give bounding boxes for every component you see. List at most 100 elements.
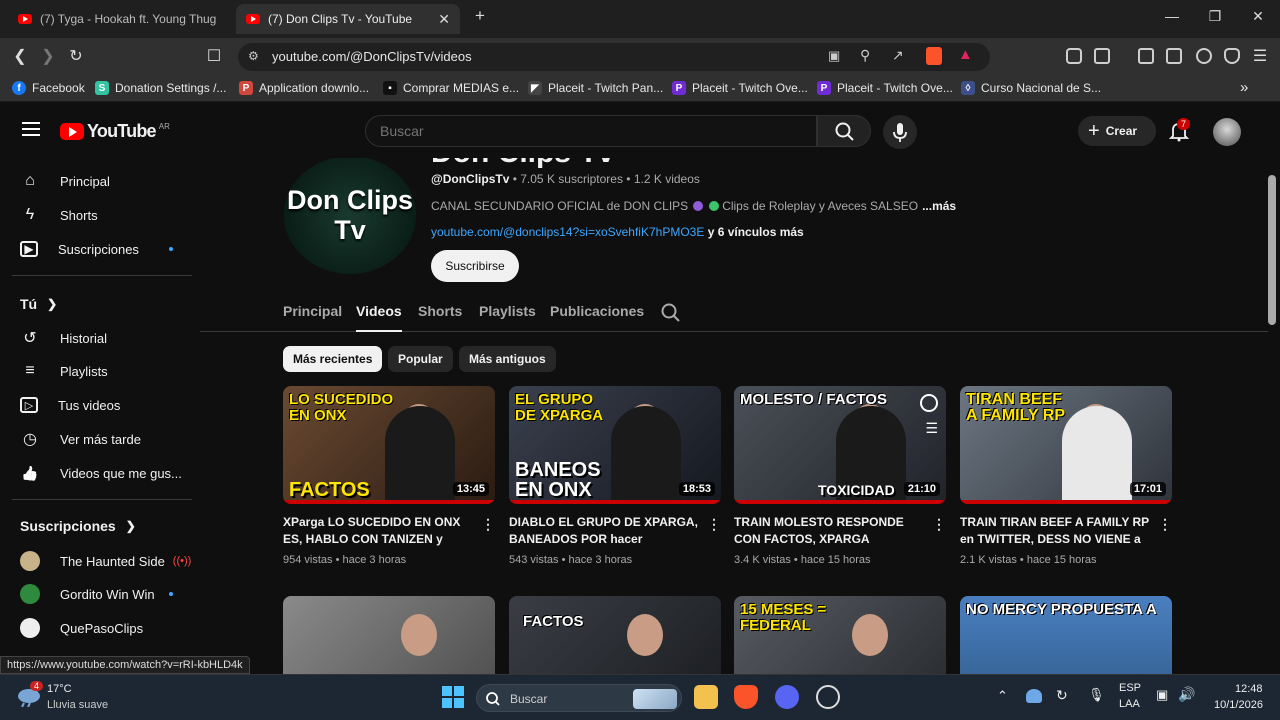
brave-shield-icon[interactable]	[926, 47, 942, 65]
video-card[interactable]: NO MERCY PROPUESTA A	[960, 596, 1174, 678]
bookmark-comprar-medias[interactable]: ▪ Comprar MEDIAS e...	[383, 81, 519, 95]
microphone-tray-icon[interactable]: 🎙	[1088, 687, 1105, 703]
brave-browser-icon[interactable]	[734, 685, 758, 709]
share-icon[interactable]: ↗	[892, 47, 904, 64]
video-thumbnail[interactable]: LO SUCEDIDO EN ONX FACTOS 13:45	[283, 386, 495, 504]
bookmark-icon[interactable]: ☐	[204, 46, 224, 66]
video-card[interactable]	[283, 596, 497, 678]
youtube-logo[interactable]: YouTube AR	[60, 121, 170, 142]
video-thumbnail[interactable]: TIRAN BEEF A FAMILY RP 17:01	[960, 386, 1172, 504]
taskbar-search-box[interactable]: Buscar	[476, 684, 682, 712]
subscribe-button[interactable]: Suscribirse	[431, 250, 519, 282]
more-actions-icon[interactable]: ⋮	[1158, 516, 1172, 533]
sidebar-item-principal[interactable]: ⌂ Principal	[20, 169, 110, 193]
guide-menu-icon[interactable]	[22, 122, 40, 136]
video-thumbnail[interactable]: MOLESTO / FACTOS TOXICIDAD ☰ 21:10	[734, 386, 946, 504]
start-button[interactable]	[441, 685, 465, 709]
video-title[interactable]: XParga LO SUCEDIDO EN ONX ES, HABLO CON …	[283, 514, 479, 548]
bookmark-facebook[interactable]: f Facebook	[12, 81, 85, 95]
chip-mas-recientes[interactable]: Más recientes	[283, 346, 383, 372]
more-actions-icon[interactable]: ⋮	[932, 516, 946, 533]
volume-icon[interactable]: 🔊	[1178, 686, 1195, 703]
bookmark-placeit-overlay-1[interactable]: P Placeit - Twitch Ove...	[672, 81, 808, 95]
video-thumbnail[interactable]	[283, 596, 495, 678]
sidebar-you-heading[interactable]: Tú ❯	[20, 296, 57, 312]
account-avatar[interactable]	[1213, 118, 1241, 146]
bookmark-placeit-overlay-2[interactable]: P Placeit - Twitch Ove...	[817, 81, 953, 95]
maximize-button[interactable]: ❐	[1205, 8, 1225, 25]
browser-tab-tyga[interactable]: (7) Tyga - Hookah ft. Young Thug - Yo	[8, 4, 230, 34]
obs-icon[interactable]	[816, 685, 840, 709]
video-thumbnail[interactable]: EL GRUPO DE XPARGA BANEOS EN ONX 18:53	[509, 386, 721, 504]
bookmark-curso-nacional[interactable]: ◊ Curso Nacional de S...	[961, 81, 1101, 95]
vpn-shield-icon[interactable]	[1224, 48, 1240, 64]
tab-publicaciones[interactable]: Publicaciones	[550, 303, 644, 319]
search-input[interactable]	[380, 123, 780, 139]
add-to-queue-icon[interactable]: ☰	[925, 420, 938, 437]
file-explorer-icon[interactable]	[694, 685, 718, 709]
video-card[interactable]: EL GRUPO DE XPARGA BANEOS EN ONX 18:53 D…	[509, 386, 723, 566]
weather-temp[interactable]: 17°C	[47, 683, 72, 695]
sidebar-item-historial[interactable]: ↺ Historial	[20, 326, 107, 350]
sidebar-toggle-icon[interactable]	[1138, 48, 1154, 64]
video-title[interactable]: TRAIN TIRAN BEEF A FAMILY RP en TWITTER,…	[960, 514, 1156, 548]
chip-popular[interactable]: Popular	[388, 346, 453, 372]
language-indicator[interactable]: ESP	[1119, 682, 1141, 694]
clock-date[interactable]: 10/1/2026	[1214, 699, 1263, 711]
more-actions-icon[interactable]: ⋮	[481, 516, 495, 533]
bookmarks-more-icon[interactable]: »	[1240, 79, 1248, 96]
video-card[interactable]: TIRAN BEEF A FAMILY RP 17:01 TRAIN TIRAN…	[960, 386, 1174, 566]
chip-mas-antiguos[interactable]: Más antiguos	[459, 346, 556, 372]
voice-search-button[interactable]	[883, 115, 917, 149]
forward-arrow-icon[interactable]: ❯	[38, 46, 58, 66]
tab-playlists[interactable]: Playlists	[479, 303, 536, 319]
description-more-link[interactable]: ...más	[922, 199, 956, 213]
bookmark-placeit-panels[interactable]: ◤ Placeit - Twitch Pan...	[528, 81, 663, 95]
watch-later-icon[interactable]	[920, 394, 938, 412]
tab-shorts[interactable]: Shorts	[418, 303, 462, 319]
onedrive-icon[interactable]	[1026, 689, 1042, 703]
bookmark-donation-settings[interactable]: S Donation Settings /...	[95, 81, 226, 95]
brave-rewards-icon[interactable]: ▲	[958, 46, 973, 63]
back-arrow-icon[interactable]: ❮	[10, 46, 30, 66]
chevron-up-icon[interactable]: ⌃	[997, 688, 1008, 704]
video-title[interactable]: DIABLO EL GRUPO DE XPARGA, BANEADOS POR …	[509, 514, 705, 548]
video-card[interactable]: FACTOS	[509, 596, 723, 678]
tab-videos[interactable]: Videos	[356, 303, 402, 332]
sidebar-item-shorts[interactable]: ϟ Shorts	[20, 203, 98, 227]
subscription-quepasoclips[interactable]: QuePasoClips	[20, 616, 143, 640]
discord-icon[interactable]	[775, 685, 799, 709]
sidebar-item-suscripciones[interactable]: ▶ Suscripciones	[20, 237, 173, 261]
channel-search-icon[interactable]	[660, 302, 682, 324]
menu-icon[interactable]: ☰	[1250, 46, 1270, 66]
subscription-the-haunted-side[interactable]: The Haunted Side ((•))	[20, 549, 191, 573]
leo-ai-icon[interactable]	[1196, 48, 1212, 64]
keyboard-layout[interactable]: LAA	[1119, 698, 1140, 710]
sidebar-item-ver-mas-tarde[interactable]: ◷ Ver más tarde	[20, 427, 141, 451]
sidebar-item-liked-videos[interactable]: 👍 Videos que me gus...	[20, 461, 182, 485]
video-thumbnail[interactable]: FACTOS	[509, 596, 721, 678]
new-tab-button[interactable]: +	[470, 6, 490, 26]
zoom-icon[interactable]: ⚲	[860, 47, 870, 64]
close-tab-icon[interactable]: ✕	[438, 11, 450, 28]
channel-link[interactable]: youtube.com/@donclips14?si=xoSvehfiK7hPM…	[431, 225, 704, 239]
create-button[interactable]: + Crear	[1078, 116, 1156, 146]
video-thumbnail[interactable]: 15 MESES = FEDERAL	[734, 596, 946, 678]
site-settings-icon[interactable]: ⚙	[248, 49, 259, 63]
search-button[interactable]	[817, 115, 871, 147]
network-icon[interactable]: ▣	[1156, 687, 1168, 703]
address-bar[interactable]: ⚙ youtube.com/@DonClipsTv/videos ▣ ⚲ ↗ ▲	[238, 43, 990, 71]
tab-principal[interactable]: Principal	[283, 303, 342, 319]
bookmark-application-download[interactable]: P Application downlo...	[239, 81, 369, 95]
channel-description[interactable]: CANAL SECUNDARIO OFICIAL de DON CLIPS Cl…	[431, 199, 956, 213]
page-scrollbar[interactable]	[1268, 175, 1276, 325]
more-actions-icon[interactable]: ⋮	[707, 516, 721, 533]
subscription-gordito-win-win[interactable]: Gordito Win Win	[20, 582, 173, 606]
video-card[interactable]: LO SUCEDIDO EN ONX FACTOS 13:45 XParga L…	[283, 386, 497, 566]
reload-icon[interactable]: ↻	[66, 46, 86, 66]
video-title[interactable]: TRAIN MOLESTO RESPONDE CON FACTOS, XPARG…	[734, 514, 930, 548]
cast-icon[interactable]: ▣	[828, 48, 840, 64]
sync-icon[interactable]: ↻	[1056, 687, 1068, 704]
video-card[interactable]: MOLESTO / FACTOS TOXICIDAD ☰ 21:10 TRAIN…	[734, 386, 948, 566]
extensions-icon[interactable]	[1066, 48, 1082, 64]
